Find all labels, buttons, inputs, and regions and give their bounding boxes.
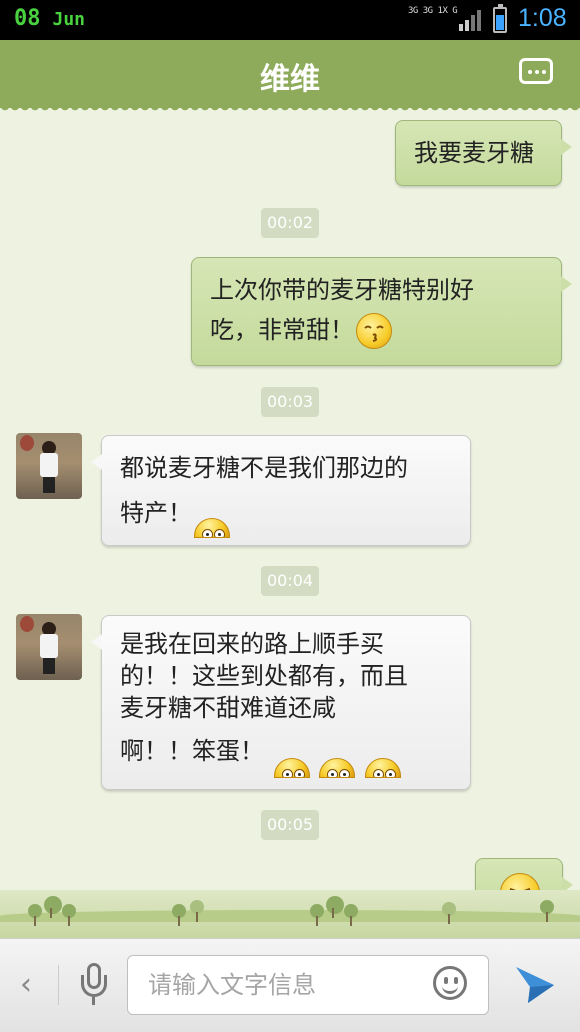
message-text: 的！！这些到处都有，而且	[120, 662, 408, 690]
timestamp: 00:02	[261, 208, 319, 238]
chat-area[interactable]: 我要麦牙糖 00:02 上次你带的麦牙糖特别好 吃，非常甜！ 00:03 都说麦…	[0, 108, 580, 938]
smirk-icon	[356, 313, 392, 349]
message-text: 特产！	[120, 499, 192, 527]
message-text: 麦牙糖不甜难道还咸	[120, 694, 336, 722]
message-bubble-received[interactable]: 是我在回来的路上顺手买 的！！这些到处都有，而且 麦牙糖不甜难道还咸 啊！！笨蛋…	[91, 615, 471, 790]
status-time: 1:08	[518, 4, 567, 32]
microphone-icon[interactable]	[80, 963, 108, 1007]
network-g: G	[452, 6, 458, 16]
message-bubble-sent[interactable]: 上次你带的麦牙糖特别好 吃，非常甜！	[191, 257, 572, 366]
timestamp: 00:03	[261, 387, 319, 417]
wide-eyes-icon	[319, 758, 356, 778]
input-bar: ‹	[0, 938, 580, 1032]
avatar[interactable]	[16, 433, 82, 499]
avatar[interactable]	[16, 614, 82, 680]
message-text: 吃，非常甜！	[210, 316, 354, 344]
chat-title: 维维	[260, 62, 320, 97]
message-bubble-received[interactable]: 都说麦牙糖不是我们那边的 特产！	[91, 435, 471, 546]
network-1x: 1X	[437, 6, 448, 16]
smiley-icon[interactable]	[433, 966, 467, 1000]
timestamp: 00:05	[261, 810, 319, 840]
wide-eyes-icon	[273, 758, 310, 778]
divider	[58, 965, 59, 1005]
message-text: 是我在回来的路上顺手买	[120, 630, 384, 658]
status-month: Jun	[52, 9, 86, 30]
battery-icon	[493, 4, 507, 33]
message-text: 我要麦牙糖	[414, 139, 534, 167]
status-date: 08 Jun	[14, 6, 85, 31]
send-icon[interactable]	[512, 961, 558, 1007]
message-bubble-sent[interactable]: 我要麦牙糖	[395, 120, 572, 186]
timestamp: 00:04	[261, 566, 319, 596]
title-bar: 维维	[0, 40, 580, 114]
status-day: 08	[14, 6, 41, 31]
wide-eyes-icon	[364, 758, 401, 778]
wide-eyes-icon	[194, 518, 230, 538]
landscape-decoration	[0, 890, 580, 938]
network-3g-b: 3G	[422, 6, 433, 16]
message-text: 都说麦牙糖不是我们那边的	[120, 454, 408, 482]
message-text: 上次你带的麦牙糖特别好	[210, 276, 474, 304]
message-text: 啊！！笨蛋！	[120, 737, 264, 765]
network-indicators: 3G 3G 1X G	[408, 6, 458, 16]
status-bar: 08 Jun 3G 3G 1X G 1:08	[0, 0, 580, 40]
signal-strength-icon	[459, 10, 481, 31]
more-dots-icon[interactable]	[519, 58, 553, 84]
back-arrow-icon[interactable]: ‹	[20, 967, 32, 1002]
network-3g-a: 3G	[408, 6, 418, 16]
